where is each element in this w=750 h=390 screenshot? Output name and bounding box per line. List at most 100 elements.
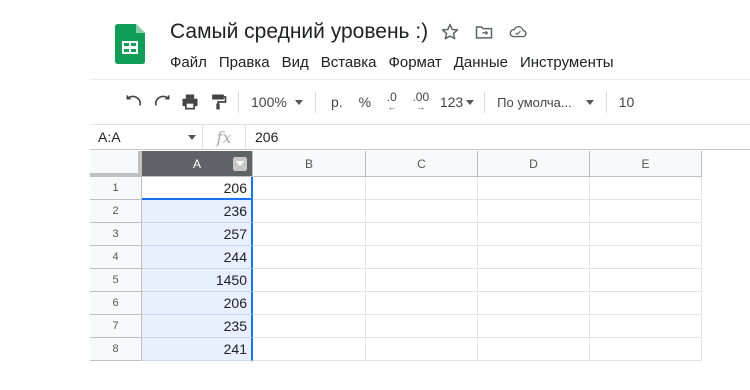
cell-c6[interactable] <box>366 292 478 315</box>
table-row: 6 206 <box>90 292 702 315</box>
cell-e7[interactable] <box>590 315 702 338</box>
table-row: 2 236 <box>90 200 702 223</box>
cell-a5[interactable]: 1450 <box>142 269 253 292</box>
cell-d8[interactable] <box>478 338 590 361</box>
row-header[interactable]: 6 <box>90 292 142 315</box>
cell-e3[interactable] <box>590 223 702 246</box>
cell-d7[interactable] <box>478 315 590 338</box>
document-title[interactable]: Самый средний уровень :) <box>170 20 428 44</box>
cell-a1[interactable]: 206 <box>142 177 253 200</box>
font-family-select[interactable]: По умолча... <box>491 88 600 116</box>
cell-d4[interactable] <box>478 246 590 269</box>
currency-format-button[interactable]: р. <box>322 88 352 116</box>
cell-d1[interactable] <box>478 177 590 200</box>
cell-b3[interactable] <box>253 223 366 246</box>
cell-b2[interactable] <box>253 200 366 223</box>
cell-b8[interactable] <box>253 338 366 361</box>
select-all-corner[interactable] <box>90 151 142 177</box>
menu-file[interactable]: Файл <box>170 54 207 71</box>
cell-c1[interactable] <box>366 177 478 200</box>
row-header[interactable]: 2 <box>90 200 142 223</box>
column-header-a[interactable]: A <box>142 151 253 177</box>
move-to-folder-icon[interactable] <box>474 22 494 42</box>
cell-d5[interactable] <box>478 269 590 292</box>
undo-icon[interactable] <box>120 88 148 116</box>
fx-icon: fx <box>202 125 246 149</box>
cell-a8[interactable]: 241 <box>142 338 253 361</box>
percent-format-button[interactable]: % <box>352 88 378 116</box>
name-box[interactable]: A:A <box>90 129 202 145</box>
font-family-value: По умолча... <box>497 94 572 110</box>
chevron-down-icon <box>294 99 303 105</box>
column-header-b[interactable]: B <box>253 151 366 177</box>
menu-edit[interactable]: Правка <box>219 54 270 71</box>
row-header[interactable]: 5 <box>90 269 142 292</box>
zoom-value: 100% <box>251 94 287 110</box>
cell-b6[interactable] <box>253 292 366 315</box>
column-header-c[interactable]: C <box>366 151 478 177</box>
menu-view[interactable]: Вид <box>282 54 309 71</box>
row-header[interactable]: 7 <box>90 315 142 338</box>
cell-c8[interactable] <box>366 338 478 361</box>
cloud-saved-icon[interactable] <box>508 22 528 42</box>
column-header-label: A <box>192 156 201 171</box>
table-row: 5 1450 <box>90 269 702 292</box>
cell-d6[interactable] <box>478 292 590 315</box>
decrease-decimal-button[interactable]: .0 ← <box>378 88 406 116</box>
column-header-label: D <box>529 156 538 171</box>
cell-a3[interactable]: 257 <box>142 223 253 246</box>
redo-icon[interactable] <box>148 88 176 116</box>
cell-b7[interactable] <box>253 315 366 338</box>
menu-format[interactable]: Формат <box>388 54 441 71</box>
column-header-d[interactable]: D <box>478 151 590 177</box>
cell-e2[interactable] <box>590 200 702 223</box>
sheets-logo-icon[interactable] <box>115 24 145 64</box>
cell-a7[interactable]: 235 <box>142 315 253 338</box>
row-header[interactable]: 4 <box>90 246 142 269</box>
more-formats-button[interactable]: 123 <box>436 88 478 116</box>
arrow-left-icon: ← <box>387 102 397 112</box>
cell-d3[interactable] <box>478 223 590 246</box>
cell-c4[interactable] <box>366 246 478 269</box>
cell-b5[interactable] <box>253 269 366 292</box>
table-row: 8 241 <box>90 338 702 361</box>
menu-data[interactable]: Данные <box>454 54 508 71</box>
font-size-select[interactable]: 10 <box>613 88 641 116</box>
cell-e4[interactable] <box>590 246 702 269</box>
column-menu-icon[interactable] <box>233 157 247 171</box>
cell-e8[interactable] <box>590 338 702 361</box>
cell-c5[interactable] <box>366 269 478 292</box>
print-icon[interactable] <box>176 88 204 116</box>
cell-a6[interactable]: 206 <box>142 292 253 315</box>
increase-decimal-button[interactable]: .00 → <box>406 88 436 116</box>
row-header[interactable]: 3 <box>90 223 142 246</box>
cell-c2[interactable] <box>366 200 478 223</box>
paint-format-icon[interactable] <box>204 88 232 116</box>
cell-e6[interactable] <box>590 292 702 315</box>
decrease-decimal-label: .0 <box>386 90 397 104</box>
star-icon[interactable] <box>440 22 460 42</box>
row-header[interactable]: 8 <box>90 338 142 361</box>
zoom-select[interactable]: 100% <box>245 88 309 116</box>
column-header-label: E <box>641 156 650 171</box>
header-divider <box>90 79 750 80</box>
cell-d2[interactable] <box>478 200 590 223</box>
cell-c7[interactable] <box>366 315 478 338</box>
cell-e5[interactable] <box>590 269 702 292</box>
chevron-down-icon <box>585 99 594 105</box>
cell-a2[interactable]: 236 <box>142 200 253 223</box>
menu-insert[interactable]: Вставка <box>321 54 377 71</box>
cell-b1[interactable] <box>253 177 366 200</box>
toolbar-separator <box>605 91 607 113</box>
formula-input[interactable]: 206 <box>246 129 278 145</box>
menu-bar: Файл Правка Вид Вставка Формат Данные Ин… <box>170 54 626 71</box>
cell-b4[interactable] <box>253 246 366 269</box>
toolbar-separator <box>314 91 316 113</box>
menu-tools[interactable]: Инструменты <box>520 54 614 71</box>
cell-e1[interactable] <box>590 177 702 200</box>
cell-a4[interactable]: 244 <box>142 246 253 269</box>
column-header-e[interactable]: E <box>590 151 702 177</box>
cell-c3[interactable] <box>366 223 478 246</box>
table-row: 3 257 <box>90 223 702 246</box>
row-header[interactable]: 1 <box>90 177 142 200</box>
